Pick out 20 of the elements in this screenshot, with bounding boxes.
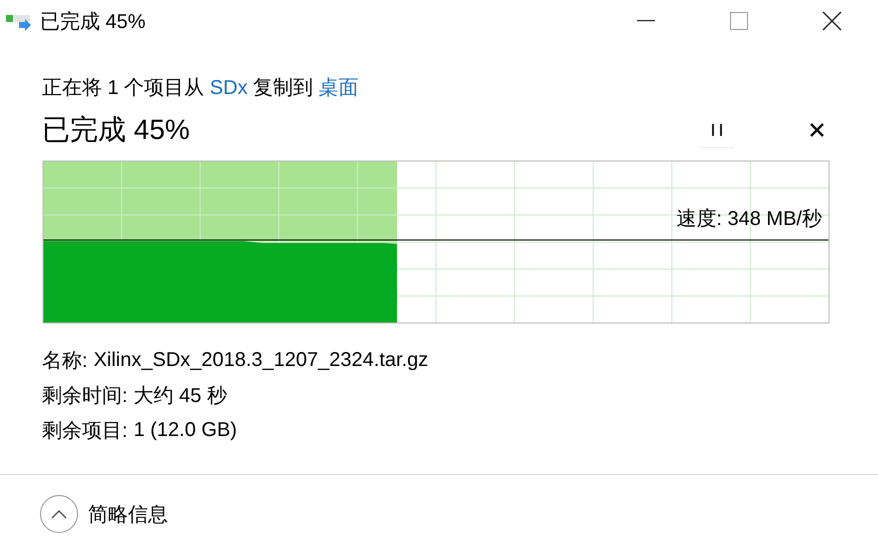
- progress-heading: 已完成 45%: [42, 113, 190, 147]
- detail-value: Xilinx_SDx_2018.3_1207_2324.tar.gz: [94, 348, 428, 372]
- toggle-label[interactable]: 简略信息: [88, 500, 168, 528]
- speed-label: 速度: 348 MB/秒: [676, 207, 822, 232]
- chevron-up-icon: [51, 509, 67, 519]
- detail-value: 大约 45 秒: [134, 384, 227, 408]
- close-icon: [809, 122, 825, 138]
- source-link[interactable]: SDx: [210, 77, 248, 99]
- collapse-toggle[interactable]: [40, 495, 78, 533]
- destination-link[interactable]: 桌面: [318, 77, 359, 99]
- detail-label: 名称:: [42, 348, 88, 374]
- detail-value: 1 (12.0 GB): [134, 418, 237, 442]
- window-title: 已完成 45%: [40, 10, 146, 34]
- close-icon: [822, 11, 842, 31]
- copy-summary: 正在将 1 个项目从 SDx 复制到 桌面: [42, 76, 359, 101]
- detail-label: 剩余时间:: [42, 384, 128, 408]
- detail-label: 剩余项目:: [42, 418, 128, 444]
- minimize-icon: [636, 20, 654, 22]
- pause-icon: [711, 122, 723, 136]
- maximize-icon: [730, 12, 748, 30]
